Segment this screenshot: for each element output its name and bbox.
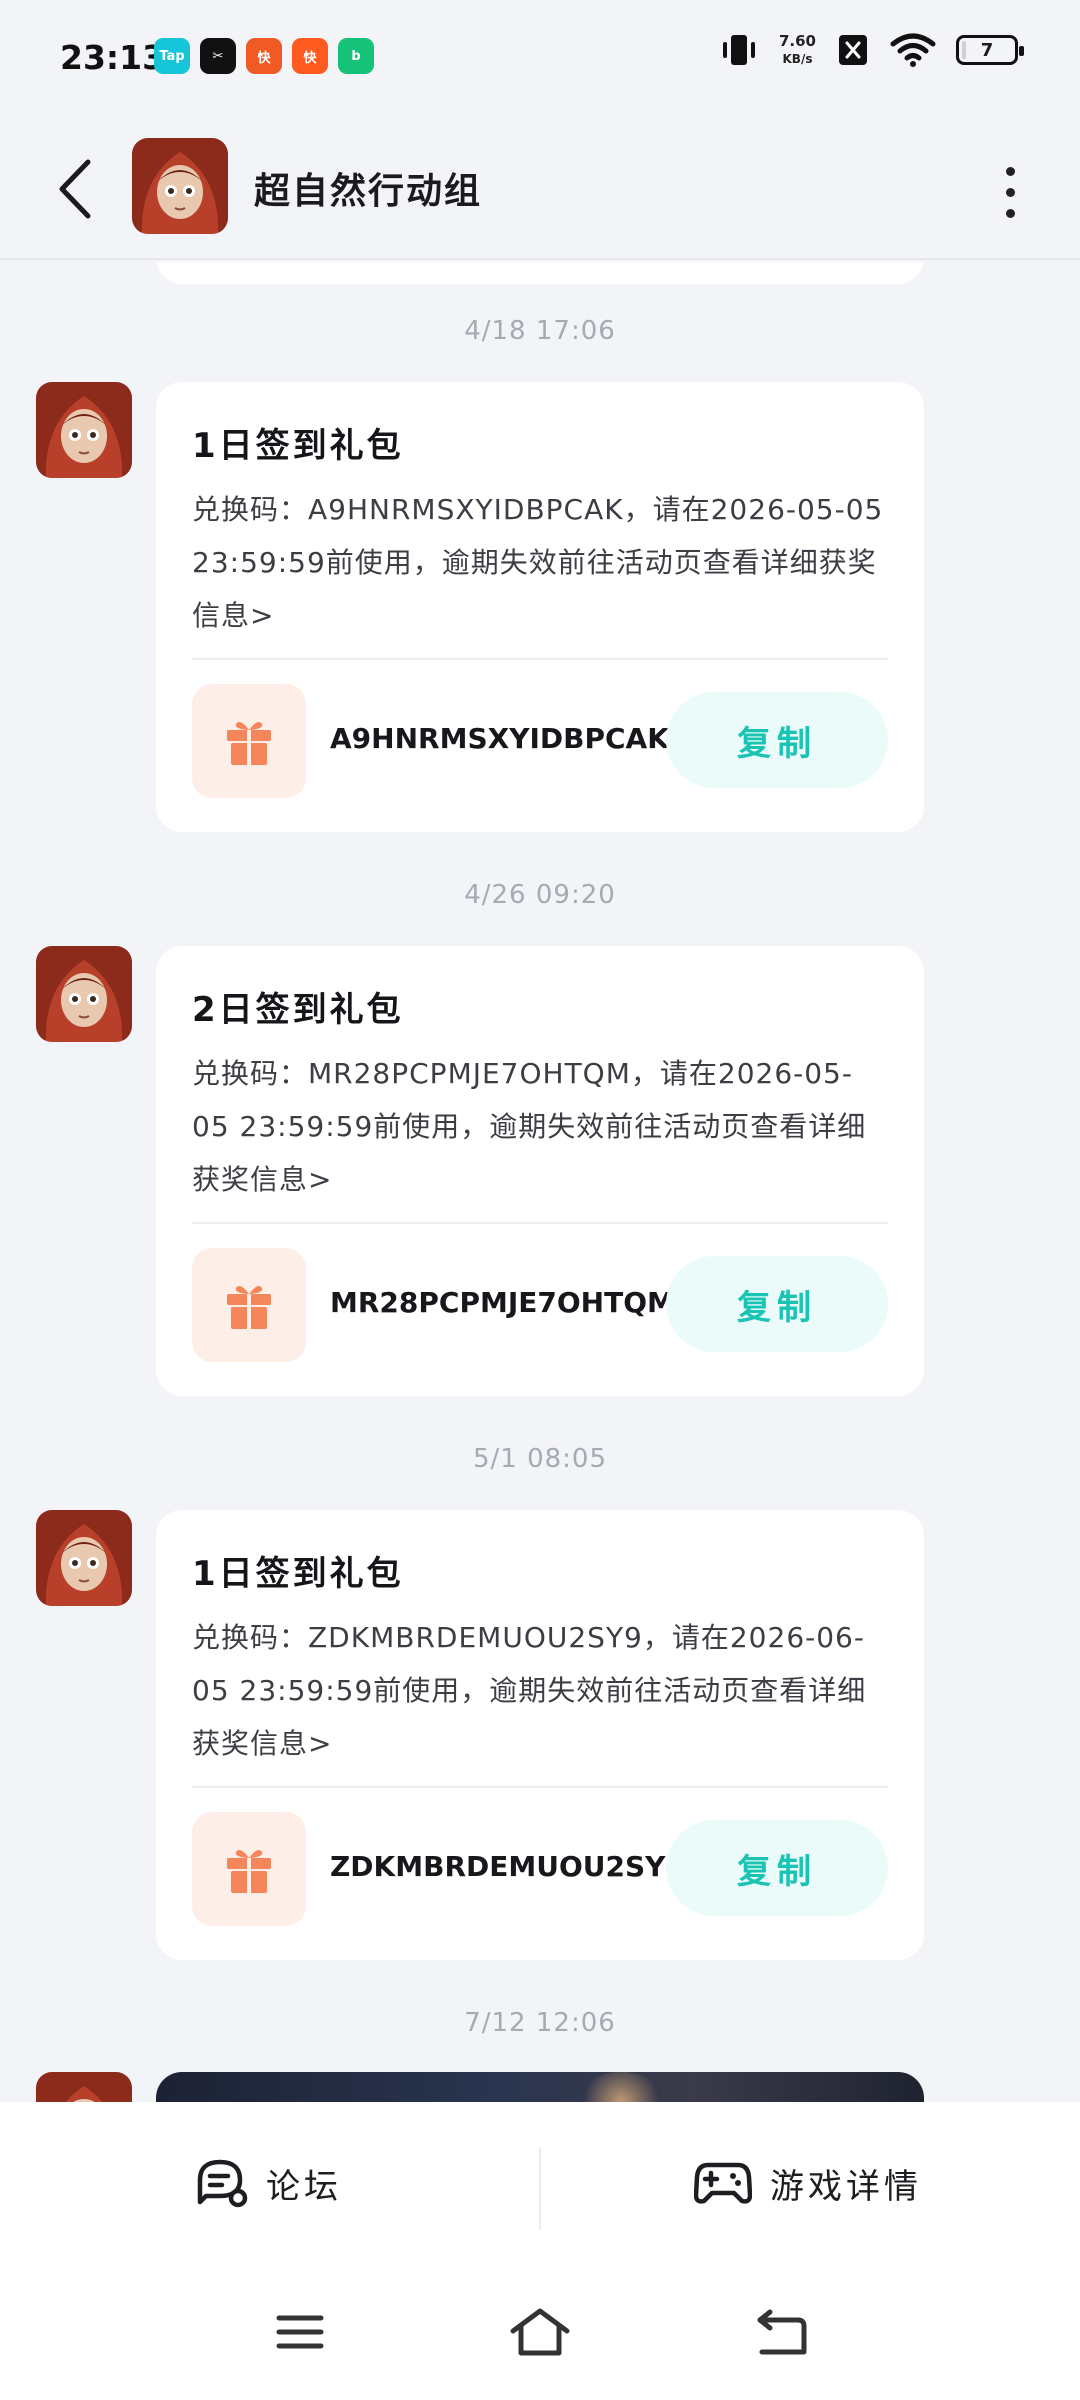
page-title: 超自然行动组 (254, 171, 483, 212)
gift-icon (227, 1286, 271, 1329)
gift-icon-box (192, 684, 306, 798)
character-avatar-icon (36, 382, 132, 478)
copy-button[interactable]: 复制 (666, 1820, 888, 1916)
forum-label: 论坛 (266, 2166, 342, 2207)
gift-icon (227, 1850, 271, 1893)
menu-icon (276, 2315, 324, 2349)
back-button[interactable] (46, 154, 102, 224)
sender-avatar[interactable] (36, 382, 132, 478)
card-body[interactable]: 兑换码：A9HNRMSXYIDBPCAK，请在2026-05-05 23:59:… (192, 483, 888, 642)
kuaishou-jisu-icon: 快 (246, 38, 282, 74)
message-timestamp: 5/1 08:05 (472, 1444, 608, 1474)
notification-app-icons: Tap ✂ 快 快 b (154, 38, 374, 74)
status-bar: 23:13 Tap ✂ 快 快 b 7.60 KB/s 7 (0, 0, 1080, 118)
message-timestamp: 7/12 12:06 (464, 2008, 616, 2038)
more-dot-icon (1005, 208, 1015, 218)
redeem-code: ZDKMBRDEMUOU2SY9 (330, 1850, 685, 1883)
network-speed-value: 7.60 (778, 32, 816, 50)
back-nav-button[interactable] (742, 2300, 822, 2364)
more-dot-icon (1005, 187, 1015, 197)
back-arrow-icon (757, 2309, 807, 2355)
gift-message-card[interactable]: 1日签到礼包 兑换码：ZDKMBRDEMUOU2SY9，请在2026-06-05… (156, 1510, 924, 1960)
capcut-icon: ✂ (200, 38, 236, 74)
redeem-code-row: MR28PCPMJE7OHTQM 复制 (192, 1224, 888, 1396)
card-title: 1日签到礼包 (192, 426, 404, 466)
sim-disabled-icon (839, 35, 867, 65)
home-icon (510, 2308, 570, 2356)
redeem-code: A9HNRMSXYIDBPCAK (330, 722, 669, 755)
card-title: 1日签到礼包 (192, 1554, 404, 1594)
sender-avatar[interactable] (36, 1510, 132, 1606)
game-details-button[interactable]: 游戏详情 (694, 2102, 922, 2264)
bottom-bar-divider (539, 2148, 541, 2230)
card-body[interactable]: 兑换码：MR28PCPMJE7OHTQM，请在2026-05-05 23:59:… (192, 1047, 888, 1206)
gift-icon-box (192, 1812, 306, 1926)
taptap-icon: Tap (154, 38, 190, 74)
message-list[interactable]: 4/18 17:06 1日签到礼包 兑换码：A9HNRMSXYIDBPCAK，请… (0, 262, 1080, 2102)
message-timestamp: 4/18 17:06 (464, 316, 616, 346)
game-avatar[interactable] (132, 138, 228, 234)
gift-icon (227, 722, 271, 765)
redeem-code: MR28PCPMJE7OHTQM (330, 1286, 675, 1319)
character-avatar-icon (36, 1510, 132, 1606)
status-indicators: 7.60 KB/s 7 (719, 30, 1024, 70)
bottom-action-bar: 论坛 游戏详情 (0, 2102, 1080, 2264)
game-details-label: 游戏详情 (770, 2166, 922, 2207)
image-message-card[interactable] (156, 2072, 924, 2102)
status-time: 23:13 (60, 38, 166, 77)
sender-avatar[interactable] (36, 2072, 132, 2102)
battery-level: 7 (980, 39, 994, 61)
forum-button[interactable]: 论坛 (194, 2102, 342, 2264)
chevron-left-icon (59, 159, 91, 219)
battery-icon: 7 (956, 35, 1024, 65)
gift-message-card[interactable]: 1日签到礼包 兑换码：A9HNRMSXYIDBPCAK，请在2026-05-05… (156, 382, 924, 832)
message-timestamp: 4/26 09:20 (464, 880, 616, 910)
more-options-button[interactable] (990, 162, 1030, 222)
redeem-code-row: ZDKMBRDEMUOU2SY9 复制 (192, 1788, 888, 1960)
gamepad-icon (694, 2162, 752, 2204)
vibrate-icon (722, 35, 755, 65)
character-avatar-icon (36, 946, 132, 1042)
card-title: 2日签到礼包 (192, 990, 404, 1030)
battery-fill (962, 41, 966, 59)
forum-chat-icon (197, 2159, 248, 2208)
system-navigation-bar (0, 2264, 1080, 2400)
wifi-icon (890, 33, 936, 67)
character-avatar-icon (36, 2072, 132, 2102)
character-avatar-icon (132, 138, 228, 234)
redeem-code-row: A9HNRMSXYIDBPCAK 复制 (192, 660, 888, 832)
card-body[interactable]: 兑换码：ZDKMBRDEMUOU2SY9，请在2026-06-05 23:59:… (192, 1611, 888, 1770)
network-speed-unit: KB/s (782, 52, 813, 66)
more-dot-icon (1005, 166, 1015, 176)
sender-avatar[interactable] (36, 946, 132, 1042)
copy-button[interactable]: 复制 (666, 692, 888, 788)
recent-apps-button[interactable] (260, 2300, 340, 2364)
b-app-icon: b (338, 38, 374, 74)
kuaishou-icon: 快 (292, 38, 328, 74)
network-speed: 7.60 KB/s (779, 32, 816, 68)
gift-icon-box (192, 1248, 306, 1362)
chat-header: 超自然行动组 (0, 118, 1080, 260)
gift-message-card[interactable]: 2日签到礼包 兑换码：MR28PCPMJE7OHTQM，请在2026-05-05… (156, 946, 924, 1396)
copy-button[interactable]: 复制 (666, 1256, 888, 1352)
banner-image-highlight (576, 2072, 666, 2102)
previous-message-card (156, 262, 924, 284)
home-button[interactable] (500, 2300, 580, 2364)
